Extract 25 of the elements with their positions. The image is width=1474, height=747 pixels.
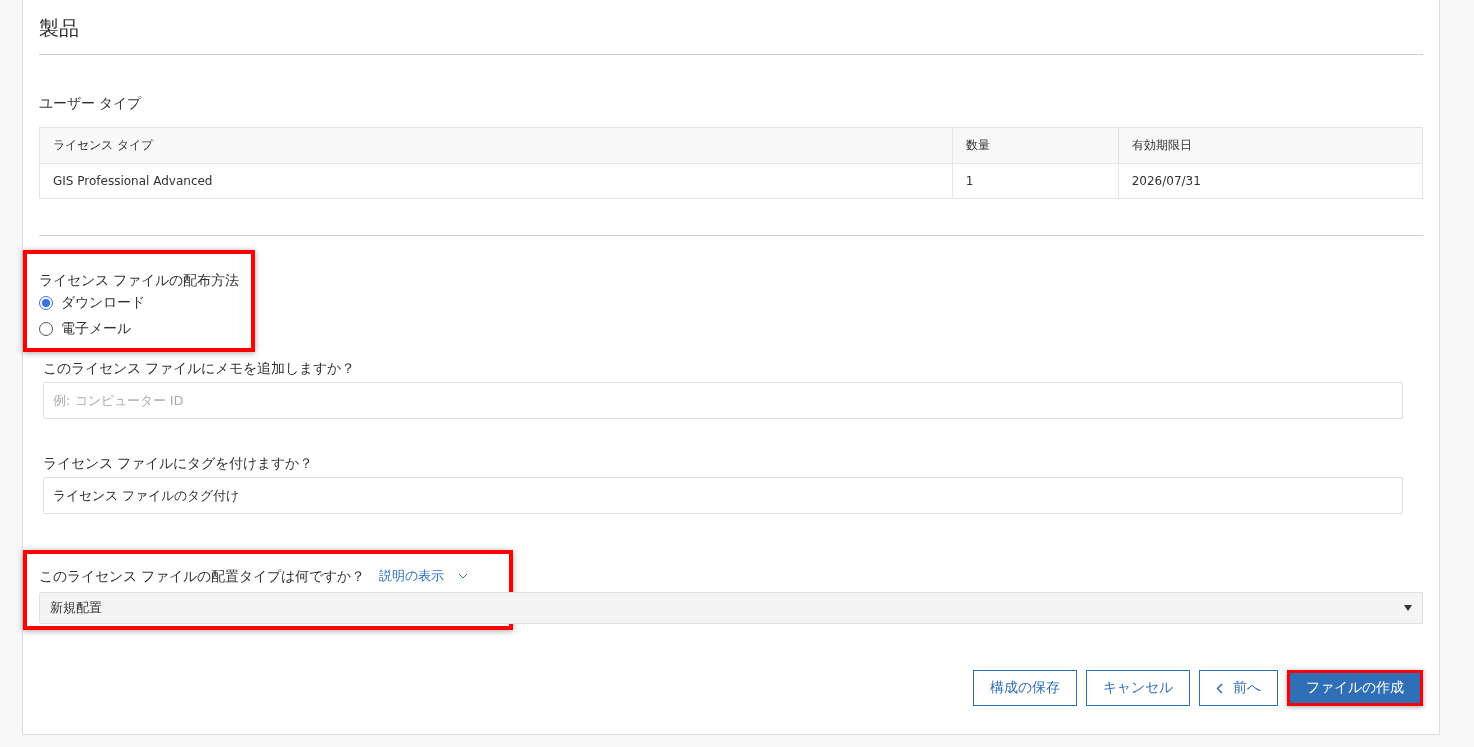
back-button[interactable]: 前へ [1199, 670, 1278, 706]
column-header: 数量 [952, 127, 1119, 164]
table-cell: GIS Professional Advanced [39, 163, 953, 199]
section-title: 製品 [39, 15, 80, 42]
field-label: このライセンス ファイルにメモを追加しますか？ [43, 359, 356, 378]
field-label: ライセンス ファイルの配布方法 [39, 271, 240, 290]
section-label: ユーザー タイプ [39, 94, 142, 113]
deployment-select[interactable]: 新規配置 [39, 592, 1423, 624]
chevron-left-icon [1216, 682, 1223, 694]
table-cell: 2026/07/31 [1118, 163, 1423, 199]
memo-input-field[interactable]: 例: コンピューター ID [43, 382, 1403, 419]
dropdown-arrow-icon [1404, 605, 1412, 611]
field-label: このライセンス ファイルの配置タイプは何ですか？ [39, 567, 366, 586]
create-file-button[interactable]: ファイルの作成 [1287, 670, 1423, 706]
radio-option[interactable]: ダウンロード [39, 290, 145, 316]
column-header: 有効期限日 [1118, 127, 1423, 164]
radio-option[interactable]: 電子メール [39, 316, 131, 342]
table-cell: 1 [952, 163, 1119, 199]
column-header: ライセンス タイプ [39, 127, 953, 164]
show-description-link[interactable]: 説明の表示 [379, 567, 469, 585]
chevron-down-icon [458, 573, 469, 579]
field-label: ライセンス ファイルにタグを付けますか？ [43, 454, 314, 473]
action-button[interactable]: 構成の保存 [973, 670, 1077, 706]
action-button[interactable]: キャンセル [1086, 670, 1190, 706]
tag-input-field[interactable]: ライセンス ファイルのタグ付け [43, 477, 1403, 514]
